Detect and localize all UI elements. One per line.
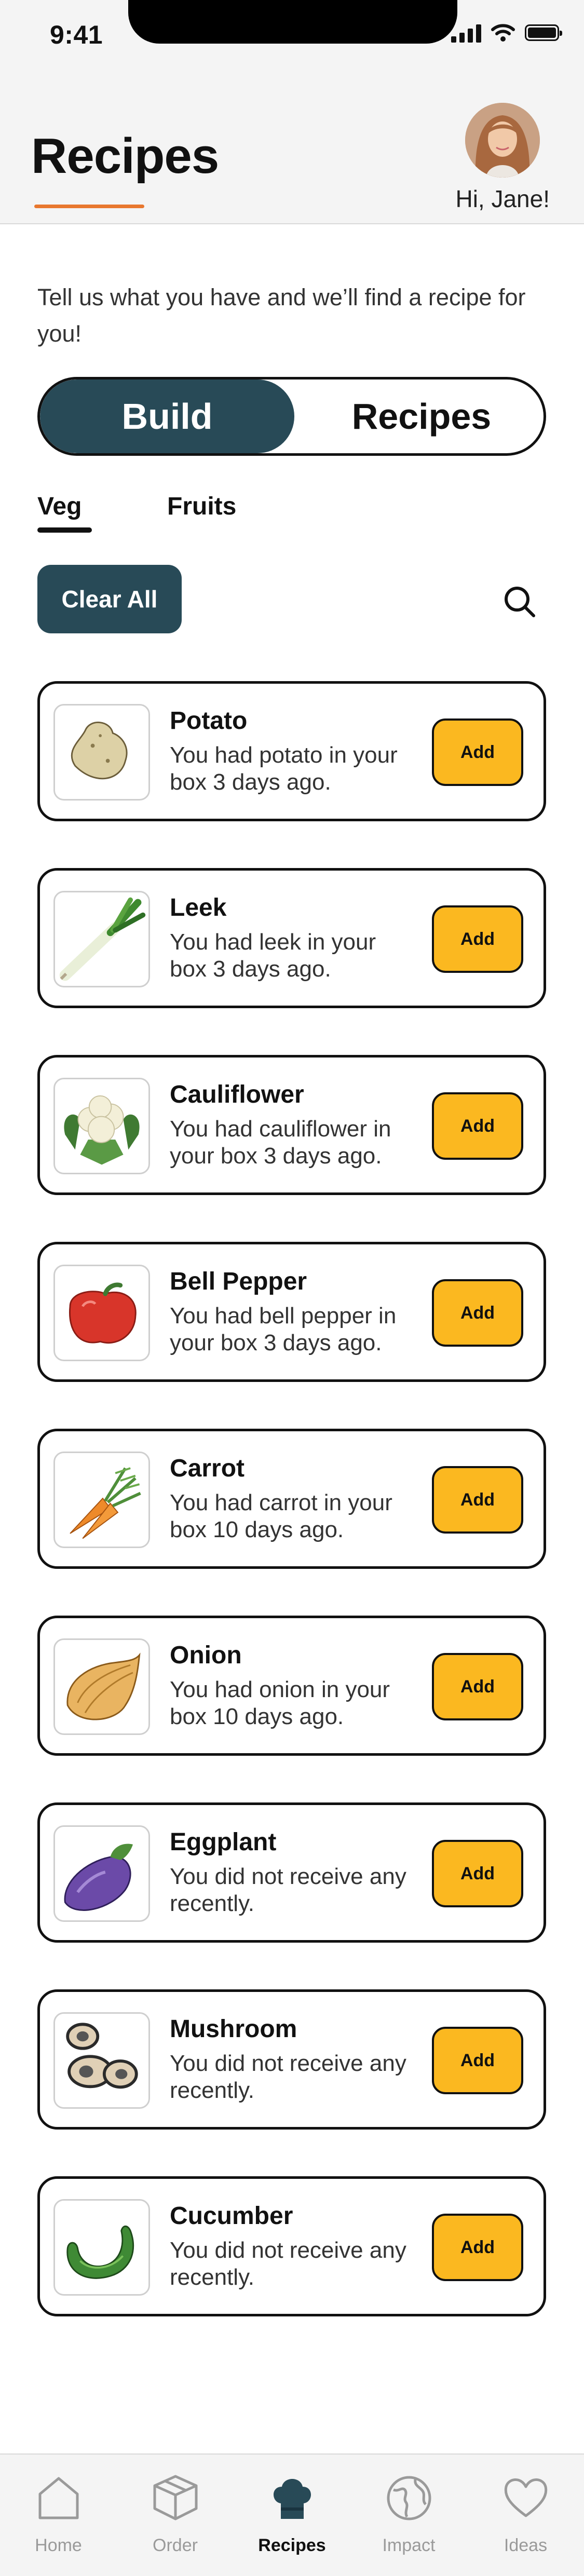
tab-fruits[interactable]: Fruits [167, 492, 236, 521]
ingredient-description: You had carrot in your box 10 days ago. [170, 1490, 392, 1542]
onion-image [53, 1638, 150, 1735]
ingredient-name: Cucumber [170, 2202, 293, 2230]
ingredient-card-eggplant: Eggplant You did not receive any recentl… [37, 1802, 546, 1943]
search-button[interactable] [501, 584, 539, 621]
ingredient-name: Leek [170, 894, 227, 921]
ingredient-name: Bell Pepper [170, 1268, 307, 1295]
tab-veg[interactable]: Veg [37, 492, 82, 521]
ingredient-card-leek: Leek You had leek in your box 3 days ago… [37, 868, 546, 1008]
wifi-icon [491, 24, 515, 42]
ingredient-card-carrot: Carrot You had carrot in your box 10 day… [37, 1429, 546, 1569]
greeting-text: Hi, Jane! [455, 185, 550, 212]
add-button[interactable]: Add [432, 2214, 523, 2281]
nav-item-impact[interactable]: Impact [350, 2455, 467, 2576]
nav-label: Order [153, 2536, 198, 2555]
globe-icon [387, 2476, 431, 2520]
ingredient-description: You did not receive any recently. [170, 2238, 406, 2290]
potato-image [53, 704, 150, 801]
ingredient-name: Carrot [170, 1455, 245, 1482]
add-button[interactable]: Add [432, 1466, 523, 1534]
ingredient-description: You had potato in your box 3 days ago. [170, 742, 398, 795]
ingredient-name: Onion [170, 1642, 242, 1669]
box-icon [153, 2475, 197, 2520]
add-button[interactable]: Add [432, 1279, 523, 1347]
chef-hat-icon [273, 2479, 311, 2519]
mode-toggle: Build Recipes [37, 377, 546, 456]
add-button[interactable]: Add [432, 1653, 523, 1720]
ingredient-card-potato: Potato You had potato in your box 3 days… [37, 681, 546, 821]
home-icon [38, 2477, 78, 2519]
battery-icon [525, 24, 562, 41]
nav-item-home[interactable]: Home [0, 2455, 117, 2576]
bottom-nav: Home Order Recipes Impact Ideas [0, 2453, 584, 2576]
heart-icon [504, 2478, 547, 2517]
header: 9:41 Recipes Hi, Jane! [0, 0, 584, 224]
cellular-signal-icon [451, 23, 481, 43]
leek-image [53, 891, 150, 987]
cucumber-image [53, 2199, 150, 2296]
ingredient-card-onion: Onion You had onion in your box 10 days … [37, 1616, 546, 1756]
ingredient-description: You had bell pepper in your box 3 days a… [170, 1303, 397, 1355]
ingredient-card-cauliflower: Cauliflower You had cauliflower in your … [37, 1055, 546, 1195]
bell-pepper-image [53, 1265, 150, 1361]
status-icons [451, 23, 562, 43]
status-bar: 9:41 [0, 0, 584, 73]
ingredient-card-cucumber: Cucumber You did not receive any recentl… [37, 2176, 546, 2316]
ingredient-description: You did not receive any recently. [170, 2051, 406, 2103]
status-time: 9:41 [50, 20, 103, 49]
intro-text: Tell us what you have and we’ll find a r… [37, 284, 526, 347]
add-button[interactable]: Add [432, 2027, 523, 2094]
clear-all-button[interactable]: Clear All [37, 565, 182, 633]
page-title: Recipes [31, 128, 219, 184]
toggle-recipes[interactable]: Recipes [294, 379, 544, 453]
ingredient-description: You had onion in your box 10 days ago. [170, 1677, 390, 1729]
search-icon [505, 587, 535, 617]
nav-item-recipes[interactable]: Recipes [234, 2455, 350, 2576]
ingredient-description: You did not receive any recently. [170, 1864, 406, 1916]
ingredient-list: Potato You had potato in your box 3 days… [37, 681, 546, 2363]
nav-label: Home [35, 2536, 82, 2555]
add-button[interactable]: Add [432, 1840, 523, 1907]
ingredient-card-mushroom: Mushroom You did not receive any recentl… [37, 1989, 546, 2130]
toggle-build[interactable]: Build [40, 379, 294, 453]
ingredient-name: Eggplant [170, 1828, 277, 1856]
ingredient-description: You had leek in your box 3 days ago. [170, 929, 376, 982]
add-button[interactable]: Add [432, 905, 523, 973]
add-button[interactable]: Add [432, 1092, 523, 1160]
nav-label: Ideas [504, 2536, 548, 2555]
nav-item-order[interactable]: Order [117, 2455, 234, 2576]
avatar[interactable] [465, 103, 540, 178]
ingredient-description: You had cauliflower in your box 3 days a… [170, 1116, 391, 1169]
active-tab-indicator [37, 527, 92, 533]
device-notch [128, 0, 457, 44]
ingredient-card-bell-pepper: Bell Pepper You had bell pepper in your … [37, 1242, 546, 1382]
cauliflower-image [53, 1078, 150, 1174]
mushroom-image [53, 2012, 150, 2109]
eggplant-image [53, 1825, 150, 1922]
ingredient-name: Mushroom [170, 2015, 297, 2043]
nav-label: Impact [382, 2536, 436, 2555]
ingredient-name: Cauliflower [170, 1081, 304, 1108]
ingredient-name: Potato [170, 707, 248, 735]
add-button[interactable]: Add [432, 718, 523, 786]
title-underline [34, 205, 144, 208]
nav-label: Recipes [258, 2536, 326, 2555]
carrot-image [53, 1452, 150, 1548]
nav-item-ideas[interactable]: Ideas [467, 2455, 584, 2576]
